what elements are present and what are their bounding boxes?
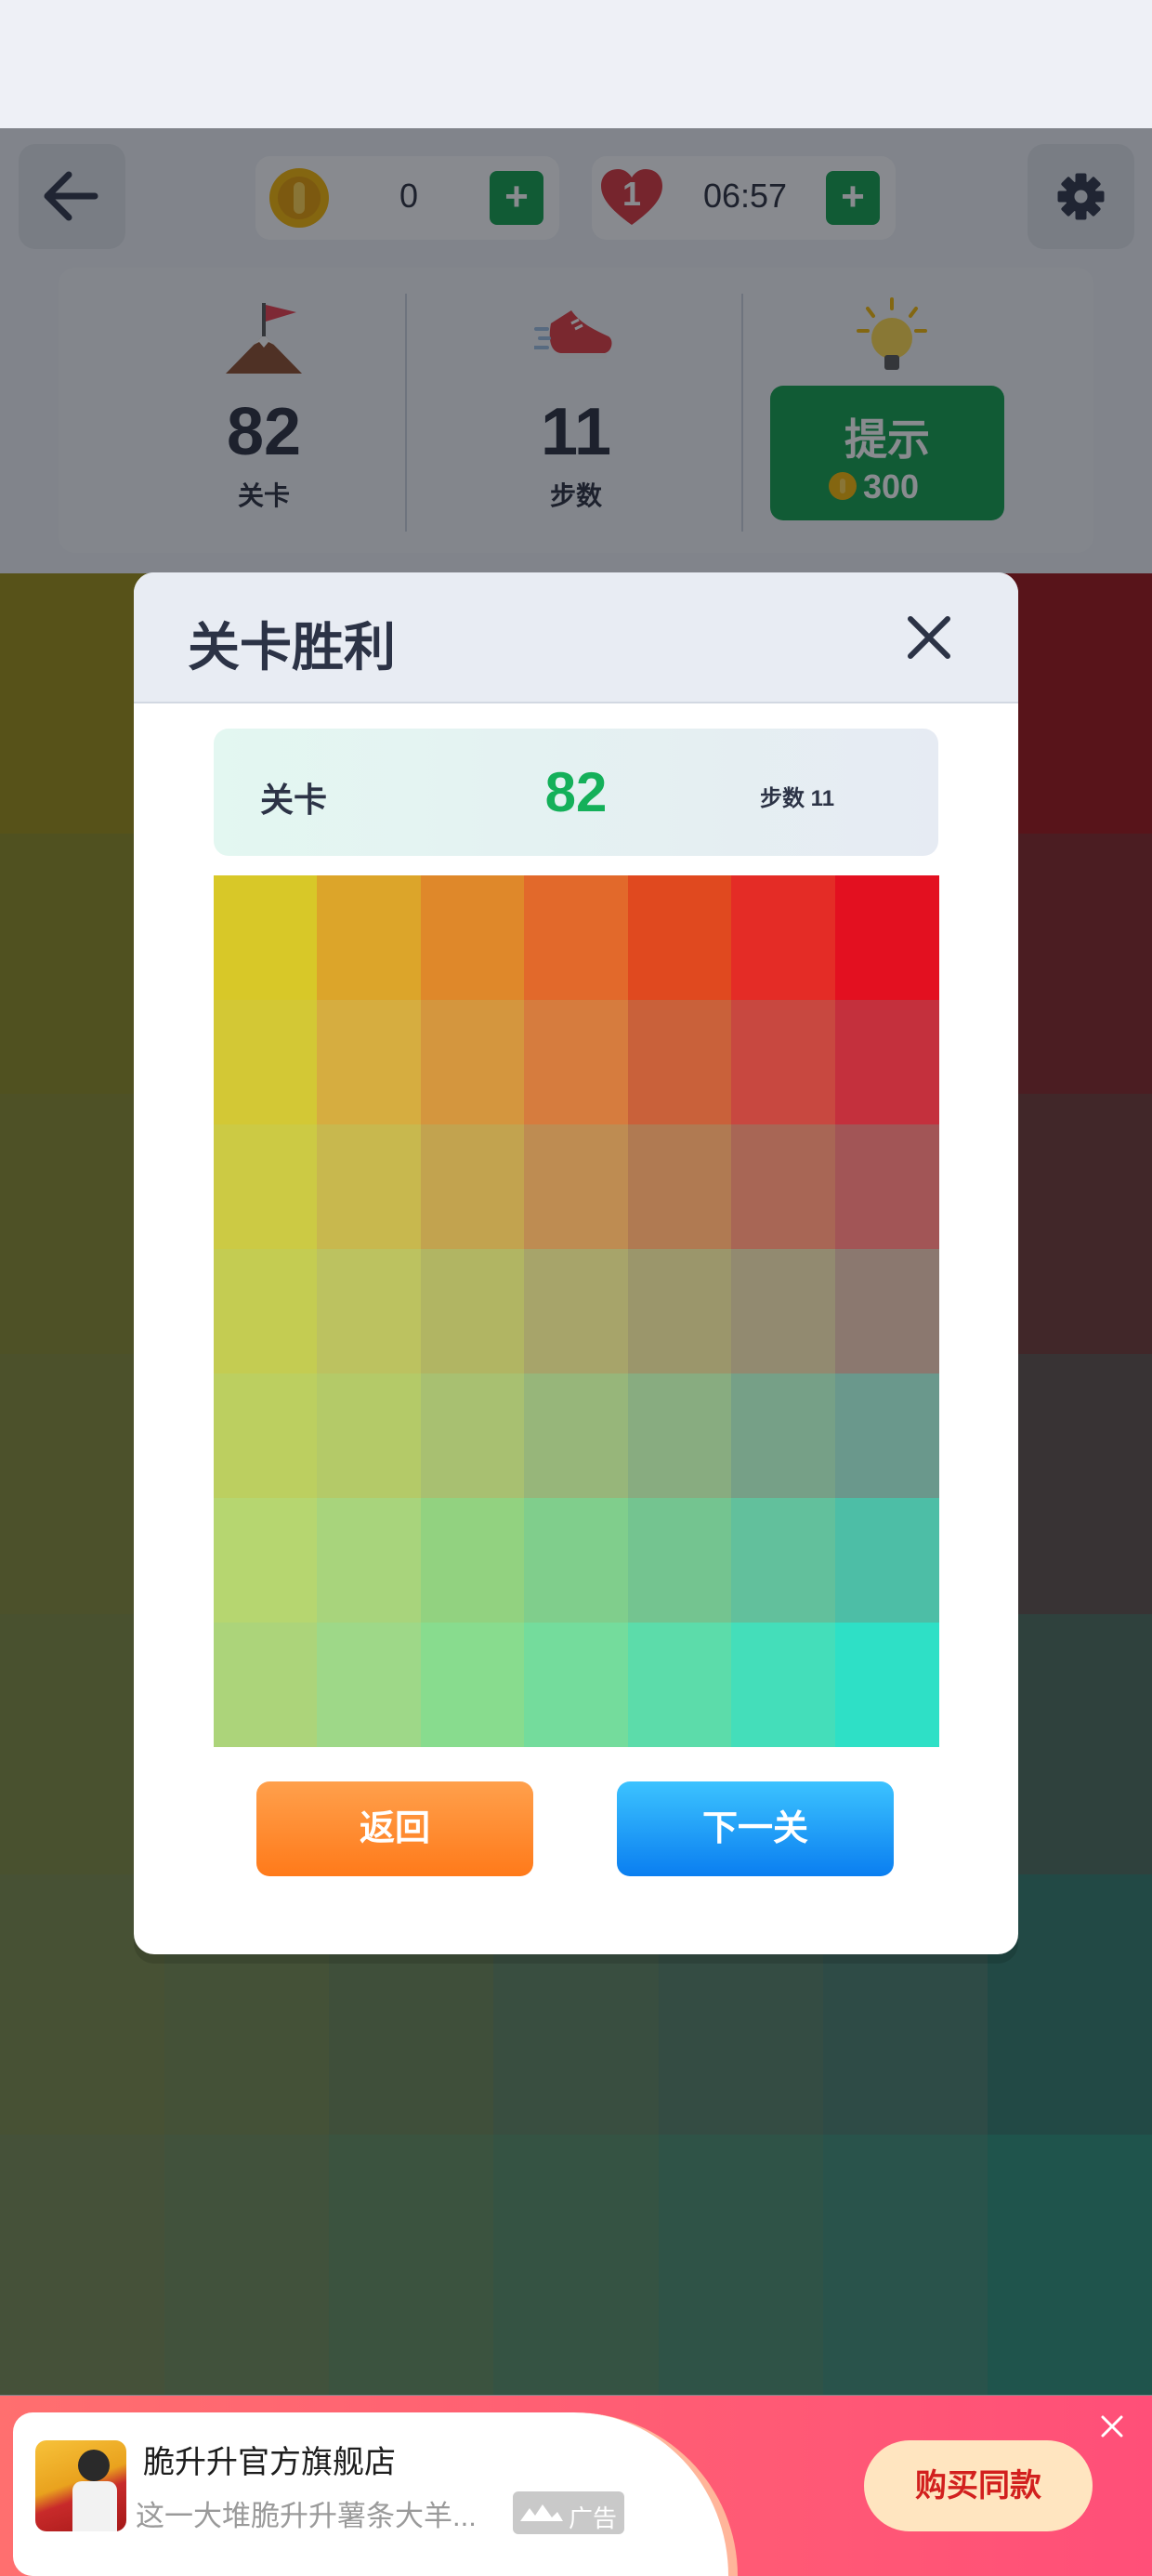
solved-color-grid <box>214 875 939 1747</box>
grid-color-tile <box>317 1124 422 1249</box>
summary-level-label: 关卡 <box>260 781 328 819</box>
grid-color-tile <box>731 1000 836 1124</box>
grid-color-tile <box>524 1124 629 1249</box>
ad-person-figure <box>78 2450 110 2481</box>
grid-color-tile <box>627 1498 732 1623</box>
grid-color-tile <box>420 1124 525 1249</box>
close-icon[interactable] <box>901 610 957 665</box>
grid-color-tile <box>420 1373 525 1498</box>
grid-color-tile <box>627 1000 732 1124</box>
grid-color-tile <box>731 875 836 1000</box>
dialog-title: 关卡胜利 <box>188 618 396 677</box>
grid-color-tile <box>214 1373 318 1498</box>
grid-color-tile <box>627 875 732 1000</box>
grid-color-tile <box>420 875 525 1000</box>
grid-color-tile <box>317 1373 422 1498</box>
result-summary: 关卡 82 步数 11 <box>214 729 938 856</box>
ad-product-image <box>35 2440 126 2531</box>
grid-color-tile <box>524 1373 629 1498</box>
ad-tag-label: 广告 <box>569 2504 618 2532</box>
back-to-menu-button[interactable]: 返回 <box>256 1781 533 1876</box>
grid-color-tile <box>627 1373 732 1498</box>
grid-color-tile <box>317 875 422 1000</box>
ad-buy-button[interactable]: 购买同款 <box>864 2440 1093 2531</box>
grid-color-tile <box>731 1623 836 1747</box>
grid-color-tile <box>420 1000 525 1124</box>
grid-color-tile <box>731 1124 836 1249</box>
grid-color-tile <box>834 1124 939 1249</box>
grid-color-tile <box>524 875 629 1000</box>
grid-color-tile <box>317 1249 422 1373</box>
ad-close-icon[interactable] <box>1100 2414 1124 2438</box>
ad-person-figure <box>72 2481 117 2531</box>
grid-color-tile <box>214 1249 318 1373</box>
grid-color-tile <box>627 1623 732 1747</box>
grid-color-tile <box>214 1124 318 1249</box>
victory-dialog: 关卡胜利 关卡 82 步数 11 返回 下一关 <box>134 572 1018 1954</box>
grid-color-tile <box>524 1623 629 1747</box>
summary-level-value: 82 <box>544 761 608 823</box>
grid-color-tile <box>834 1373 939 1498</box>
grid-color-tile <box>420 1498 525 1623</box>
grid-color-tile <box>524 1498 629 1623</box>
grid-color-tile <box>731 1249 836 1373</box>
ad-description: 这一大堆脆升升薯条大羊... <box>136 2500 477 2532</box>
next-level-button[interactable]: 下一关 <box>617 1781 894 1876</box>
grid-color-tile <box>834 1623 939 1747</box>
grid-color-tile <box>317 1623 422 1747</box>
grid-color-tile <box>524 1249 629 1373</box>
ad-platform-icon <box>520 2504 563 2521</box>
grid-color-tile <box>420 1623 525 1747</box>
grid-color-tile <box>317 1498 422 1623</box>
summary-steps: 步数 11 <box>760 786 835 811</box>
grid-color-tile <box>834 875 939 1000</box>
grid-color-tile <box>214 1498 318 1623</box>
ad-store-name: 脆升升官方旗舰店 <box>143 2445 396 2480</box>
grid-color-tile <box>834 1498 939 1623</box>
grid-color-tile <box>731 1498 836 1623</box>
status-bar-area <box>0 0 1152 128</box>
grid-color-tile <box>834 1249 939 1373</box>
grid-color-tile <box>420 1249 525 1373</box>
grid-color-tile <box>627 1124 732 1249</box>
grid-color-tile <box>627 1249 732 1373</box>
grid-color-tile <box>214 1000 318 1124</box>
grid-color-tile <box>214 1623 318 1747</box>
grid-color-tile <box>317 1000 422 1124</box>
grid-color-tile <box>834 1000 939 1124</box>
ad-tag: 广告 <box>513 2491 624 2534</box>
grid-color-tile <box>524 1000 629 1124</box>
grid-color-tile <box>731 1373 836 1498</box>
grid-color-tile <box>214 875 318 1000</box>
ad-banner[interactable]: 脆升升官方旗舰店 这一大堆脆升升薯条大羊... 广告 购买同款 <box>0 2396 1152 2576</box>
